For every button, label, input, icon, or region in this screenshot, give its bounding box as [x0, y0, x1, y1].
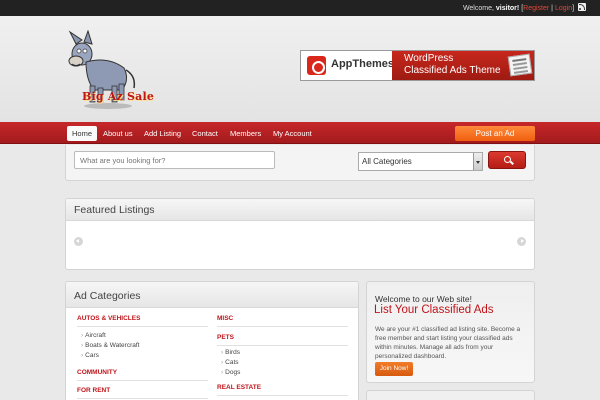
rss-icon[interactable] — [578, 3, 586, 11]
search-button[interactable] — [488, 151, 526, 169]
donkey-logo[interactable] — [64, 30, 144, 120]
chevron-left-icon[interactable] — [74, 237, 83, 246]
chevron-right-icon[interactable] — [517, 237, 526, 246]
appthemes-logo-icon — [307, 56, 326, 75]
category-select-value: All Categories — [362, 157, 412, 166]
category-link-pets[interactable]: PETS — [217, 334, 348, 346]
featured-title: Featured Listings — [74, 204, 155, 216]
site-header: Big Az Sale AppThemes WordPress Classifi… — [0, 16, 600, 122]
banner-right: WordPress Classified Ads Theme — [392, 51, 534, 80]
search-input[interactable] — [74, 151, 275, 169]
nav-contact[interactable]: Contact — [187, 126, 223, 141]
featured-header: Featured Listings — [66, 199, 534, 221]
welcome-text: We are your #1 classified ad listing sit… — [375, 326, 521, 360]
welcome-line: Welcome to our Web site! — [375, 294, 473, 304]
subcategory-link[interactable]: Cats — [217, 358, 348, 368]
subcategory-link[interactable]: Aircraft — [77, 331, 208, 341]
search-icon — [504, 156, 511, 163]
nav-home[interactable]: Home — [67, 126, 98, 141]
nav-my-account[interactable]: My Account — [268, 126, 317, 141]
nav-about-us[interactable]: About us — [98, 126, 138, 141]
welcome-message: Welcome, visitor! [Register | Login] — [463, 3, 586, 12]
ad-categories-title: Ad Categories — [74, 290, 141, 302]
join-now-button[interactable]: Join Now! — [375, 362, 413, 376]
username: visitor! — [495, 5, 520, 12]
category-link-misc[interactable]: MISC — [217, 315, 348, 327]
banner-line1: WordPress — [404, 53, 454, 64]
chevron-down-icon[interactable] — [473, 153, 482, 170]
category-link-real-estate[interactable]: REAL ESTATE — [217, 384, 348, 396]
welcome-box: Welcome to our Web site! List Your Class… — [366, 281, 535, 383]
subcategory-link[interactable]: Dogs — [217, 368, 348, 378]
featured-listings-panel: Featured Listings — [65, 198, 535, 270]
top-bar: Welcome, visitor! [Register | Login] — [0, 0, 600, 16]
category-column-right: MISC PETS Birds Cats Dogs REAL ESTATE — [217, 315, 348, 396]
banner-left: AppThemes — [301, 51, 394, 80]
main-nav: Home About us Add Listing Contact Member… — [0, 122, 600, 144]
category-link-community[interactable]: COMMUNITY — [77, 369, 208, 381]
banner-line2: Classified Ads Theme — [404, 65, 501, 76]
category-column-left: AUTOS & VEHICLES Aircraft Boats & Waterc… — [77, 315, 208, 399]
nav-add-listing[interactable]: Add Listing — [139, 126, 186, 141]
subcategory-link[interactable]: Boats & Watercraft — [77, 341, 208, 351]
logo-text[interactable]: Big Az Sale — [82, 90, 154, 103]
appthemes-banner-ad[interactable]: AppThemes WordPress Classified Ads Theme — [300, 50, 535, 81]
bracket-close: ] — [572, 5, 575, 12]
banner-text: WordPress Classified Ads Theme — [404, 53, 501, 77]
category-link-for-rent[interactable]: FOR RENT — [77, 387, 208, 399]
welcome-prefix: Welcome, — [462, 5, 494, 12]
login-link[interactable]: Login — [555, 5, 572, 12]
newspaper-icon — [507, 53, 533, 77]
category-link-autos-vehicles[interactable]: AUTOS & VEHICLES — [77, 315, 208, 327]
post-ad-button[interactable]: Post an Ad — [455, 126, 535, 141]
welcome-title: List Your Classified Ads — [374, 304, 494, 316]
ad-categories-panel: Ad Categories AUTOS & VEHICLES Aircraft … — [65, 281, 359, 400]
ad-categories-header: Ad Categories — [66, 282, 358, 308]
sidebar-box — [366, 390, 535, 400]
register-link[interactable]: Register — [523, 5, 549, 12]
subcategory-link[interactable]: Cars — [77, 351, 208, 361]
search-panel: All Categories — [65, 145, 535, 181]
subcategory-link[interactable]: Birds — [217, 348, 348, 358]
category-select[interactable]: All Categories — [358, 152, 483, 171]
banner-brand: AppThemes — [331, 58, 394, 70]
separator: | — [551, 5, 553, 12]
nav-members[interactable]: Members — [225, 126, 266, 141]
